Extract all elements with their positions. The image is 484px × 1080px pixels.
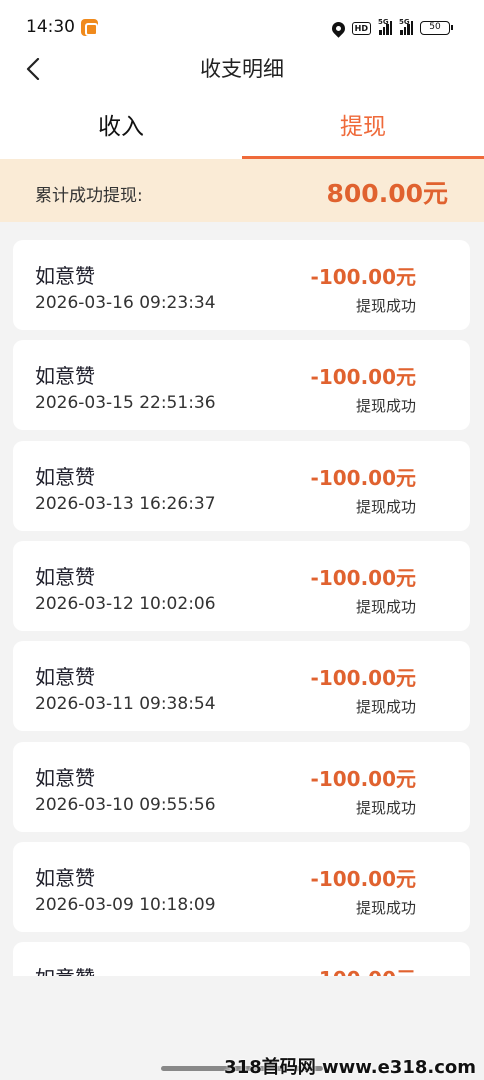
record-time: 2026-03-16 09:23:34 [35,293,216,313]
record-name: 如意赞 [35,465,95,489]
record-name: 如意赞 [35,665,95,689]
battery-icon: 50 [420,21,453,35]
location-icon [328,18,348,38]
record-status: 提现成功 [355,297,416,315]
record-name: 如意赞 [35,264,95,288]
record-amount: -100.00元 [310,666,416,690]
watermark: 318首码网 www.e318.com [224,1057,476,1078]
record-time: 2026-03-15 22:51:36 [35,393,216,413]
summary-value: 800.00元 [326,179,448,208]
record-amount: -100.00元 [311,963,416,976]
list-item[interactable]: 如意赞 2026-03-11 09:38:54 -100.00元 提现成功 [13,641,470,731]
record-time: 2026-03-13 16:26:37 [35,494,216,514]
record-amount: -100.00元 [310,767,416,791]
record-status: 提现成功 [355,498,416,516]
record-name: 如意赞 [35,962,95,976]
record-name: 如意赞 [35,364,95,388]
record-status: 提现成功 [355,799,416,817]
record-status: 提现成功 [355,598,416,616]
tab-withdraw[interactable]: 提现 [242,98,484,160]
list-item[interactable]: 如意赞 2026-03-10 09:55:56 -100.00元 提现成功 [13,742,470,832]
record-list[interactable]: 如意赞 2026-03-16 09:23:34 -100.00元 提现成功 如意… [0,222,484,976]
record-amount: -100.00元 [310,867,416,891]
list-item[interactable]: 如意赞 2026-03-13 16:26:37 -100.00元 提现成功 [13,441,470,531]
list-item[interactable]: 如意赞 2026-03-16 09:23:34 -100.00元 提现成功 [13,240,470,330]
status-icons: HD 5G 5G 50 [328,18,453,38]
record-time: 2026-03-09 10:18:09 [35,895,216,915]
record-status: 提现成功 [355,899,416,917]
list-item[interactable]: 如意赞 2026-03-12 10:02:06 -100.00元 提现成功 [13,541,470,631]
record-time: 2026-03-11 09:38:54 [35,694,216,714]
app-notification-icon [81,19,98,36]
hd-icon: HD [351,21,371,35]
record-amount: -100.00元 [310,566,416,590]
page-title: 收支明细 [200,57,284,81]
record-name: 如意赞 [35,766,95,790]
record-amount: -100.00元 [310,265,416,289]
signal-icon: 5G [399,18,413,35]
record-time: 2026-03-10 09:55:56 [35,795,216,815]
nav-bar: 收支明细 [0,56,484,98]
record-status: 提现成功 [355,698,416,716]
status-time: 14:30 [26,17,75,37]
tab-bar: 收入 提现 [0,98,484,160]
status-bar: 14:30 HD 5G 5G 50 [0,0,484,56]
list-item[interactable]: 如意赞 -100.00元 [13,942,470,976]
record-name: 如意赞 [35,866,95,890]
record-time: 2026-03-12 10:02:06 [35,594,216,614]
list-item[interactable]: 如意赞 2026-03-09 10:18:09 -100.00元 提现成功 [13,842,470,932]
summary-label: 累计成功提现: [35,186,143,206]
record-status: 提现成功 [355,397,416,415]
record-amount: -100.00元 [310,365,416,389]
withdraw-summary: 累计成功提现: 800.00元 [0,159,484,222]
signal-icon: 5G [378,18,392,35]
record-amount: -100.00元 [310,466,416,490]
list-item[interactable]: 如意赞 2026-03-15 22:51:36 -100.00元 提现成功 [13,340,470,430]
tab-income[interactable]: 收入 [0,98,242,160]
record-name: 如意赞 [35,565,95,589]
